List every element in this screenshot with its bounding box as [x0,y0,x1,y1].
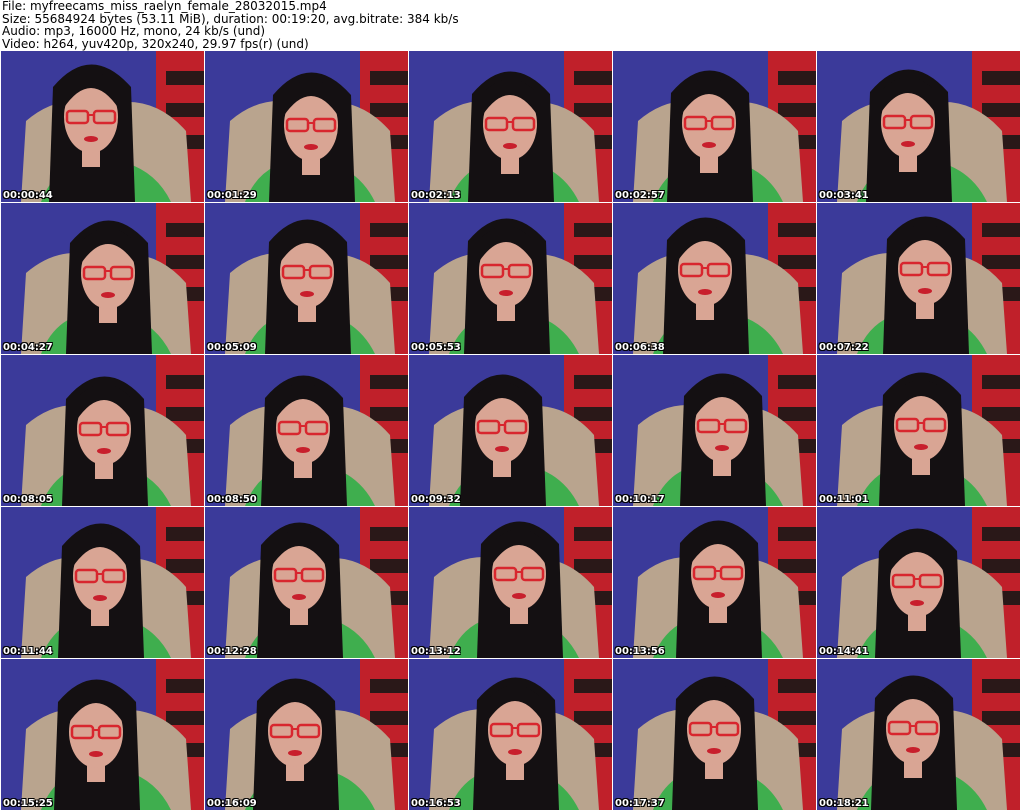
frame-illustration [205,51,408,202]
frame-timestamp: 00:13:12 [411,646,461,657]
file-name-line: File: myfreecams_miss_raelyn_female_2803… [2,0,327,13]
video-frame-thumbnail: 00:00:44 [1,51,204,202]
frame-timestamp: 00:11:44 [3,646,53,657]
video-frame-thumbnail: 00:13:56 [613,507,816,658]
frame-illustration [409,355,612,506]
video-info-line: Video: h264, yuv420p, 320x240, 29.97 fps… [2,36,309,51]
frame-timestamp: 00:12:28 [207,646,257,657]
frame-timestamp: 00:16:53 [411,798,461,809]
frame-illustration [205,355,408,506]
frame-timestamp: 00:14:41 [819,646,869,657]
video-frame-thumbnail: 00:14:41 [817,507,1020,658]
frame-timestamp: 00:18:21 [819,798,869,809]
video-frame-thumbnail: 00:08:50 [205,355,408,506]
frame-illustration [613,51,816,202]
frame-illustration [1,51,204,202]
frame-illustration [205,659,408,810]
frame-timestamp: 00:05:09 [207,342,257,353]
frame-illustration [817,51,1020,202]
frame-timestamp: 00:11:01 [819,494,869,505]
video-frame-thumbnail: 00:02:57 [613,51,816,202]
frame-illustration [1,659,204,810]
frame-illustration [409,659,612,810]
frame-timestamp: 00:07:22 [819,342,869,353]
frame-timestamp: 00:05:53 [411,342,461,353]
video-frame-thumbnail: 00:04:27 [1,203,204,354]
frame-illustration [817,203,1020,354]
frame-timestamp: 00:08:50 [207,494,257,505]
video-frame-thumbnail: 00:05:53 [409,203,612,354]
video-frame-thumbnail: 00:13:12 [409,507,612,658]
frame-illustration [613,355,816,506]
file-info-header: File: myfreecams_miss_raelyn_female_2803… [2,0,1022,50]
audio-info-line: Audio: mp3, 16000 Hz, mono, 24 kb/s (und… [2,24,266,38]
video-frame-thumbnail: 00:18:21 [817,659,1020,810]
video-frame-thumbnail: 00:08:05 [1,355,204,506]
video-frame-thumbnail: 00:06:38 [613,203,816,354]
frame-timestamp: 00:09:32 [411,494,461,505]
video-frame-thumbnail: 00:01:29 [205,51,408,202]
video-frame-thumbnail: 00:16:09 [205,659,408,810]
video-frame-thumbnail: 00:09:32 [409,355,612,506]
frame-timestamp: 00:17:37 [615,798,665,809]
video-frame-thumbnail: 00:05:09 [205,203,408,354]
video-frame-thumbnail: 00:11:01 [817,355,1020,506]
frame-illustration [1,203,204,354]
video-frame-thumbnail: 00:10:17 [613,355,816,506]
frame-timestamp: 00:00:44 [3,190,53,201]
frame-timestamp: 00:03:41 [819,190,869,201]
frame-timestamp: 00:06:38 [615,342,665,353]
video-frame-thumbnail: 00:02:13 [409,51,612,202]
video-frame-thumbnail: 00:03:41 [817,51,1020,202]
frame-illustration [817,659,1020,810]
frame-illustration [409,507,612,658]
frame-timestamp: 00:04:27 [3,342,53,353]
frame-timestamp: 00:13:56 [615,646,665,657]
frame-illustration [613,659,816,810]
video-frame-thumbnail: 00:16:53 [409,659,612,810]
frame-illustration [817,507,1020,658]
frame-illustration [205,507,408,658]
video-frame-thumbnail: 00:11:44 [1,507,204,658]
thumbnail-grid: 00:00:44 00:01:29 00:02:13 00:02:57 00:03:41… [1,51,1023,811]
video-frame-thumbnail: 00:07:22 [817,203,1020,354]
frame-illustration [613,203,816,354]
frame-illustration [1,355,204,506]
frame-timestamp: 00:10:17 [615,494,665,505]
video-frame-thumbnail: 00:12:28 [205,507,408,658]
frame-illustration [205,203,408,354]
frame-illustration [409,51,612,202]
video-frame-thumbnail: 00:17:37 [613,659,816,810]
frame-timestamp: 00:02:13 [411,190,461,201]
frame-timestamp: 00:08:05 [3,494,53,505]
frame-timestamp: 00:16:09 [207,798,257,809]
video-frame-thumbnail: 00:15:25 [1,659,204,810]
frame-timestamp: 00:01:29 [207,190,257,201]
frame-illustration [613,507,816,658]
frame-timestamp: 00:02:57 [615,190,665,201]
frame-timestamp: 00:15:25 [3,798,53,809]
frame-illustration [409,203,612,354]
frame-illustration [1,507,204,658]
frame-illustration [817,355,1020,506]
